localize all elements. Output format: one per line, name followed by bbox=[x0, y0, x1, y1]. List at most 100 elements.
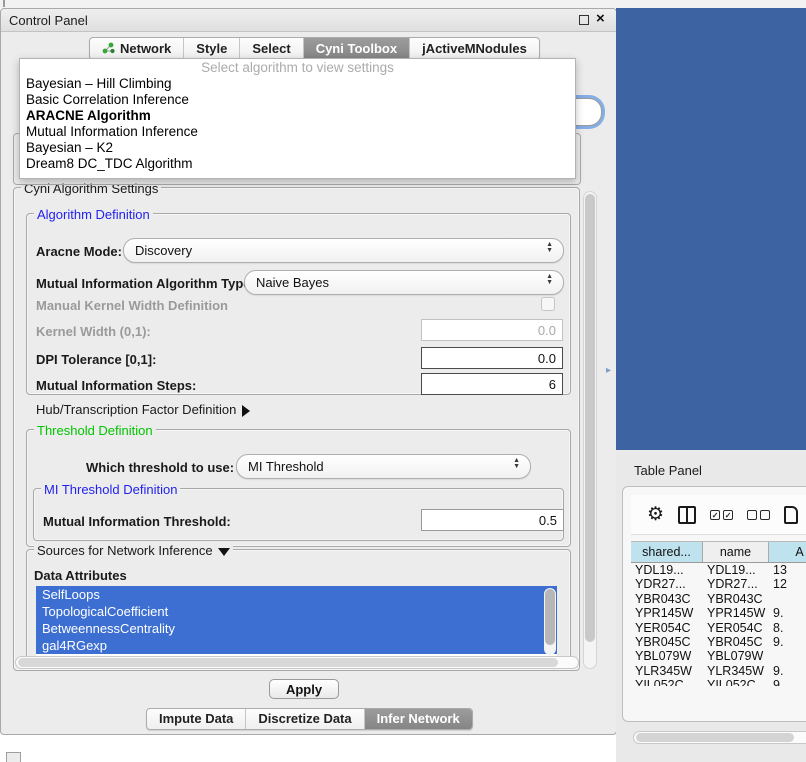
control-panel-window: Control Panel × Network Style Select Cyn… bbox=[0, 8, 617, 735]
tab-impute-data-label: Impute Data bbox=[159, 711, 233, 726]
dropdown-item-selected[interactable]: ARACNE Algorithm bbox=[20, 108, 575, 124]
select-all-icon[interactable]: ✓✓ bbox=[710, 510, 733, 520]
attribute-list-scrollbar[interactable] bbox=[544, 588, 556, 655]
tab-select[interactable]: Select bbox=[239, 38, 302, 59]
tab-discretize-data[interactable]: Discretize Data bbox=[245, 709, 363, 729]
float-window-icon[interactable] bbox=[579, 15, 589, 25]
apply-button[interactable]: Apply bbox=[269, 679, 339, 699]
tab-jactivemnodules-label: jActiveMNodules bbox=[422, 41, 527, 56]
column-header[interactable]: shared... bbox=[631, 542, 703, 562]
table-panel-title: Table Panel bbox=[634, 463, 702, 478]
threshold-title: Threshold Definition bbox=[34, 423, 156, 438]
tab-discretize-data-label: Discretize Data bbox=[258, 711, 351, 726]
dpi-tolerance-label: DPI Tolerance [0,1]: bbox=[36, 352, 156, 367]
stepper-arrows-icon: ▲▼ bbox=[513, 458, 520, 470]
table-row[interactable]: YDL19...YDL19...13 bbox=[631, 563, 806, 577]
manual-kernel-checkbox[interactable] bbox=[541, 297, 555, 311]
column-layout-icon[interactable] bbox=[678, 506, 696, 524]
attribute-item-selected[interactable]: gal4RGexp bbox=[36, 637, 557, 654]
table-cell: 9. bbox=[769, 606, 806, 620]
table-cell: YPR145W bbox=[703, 606, 769, 620]
scrollbar-thumb[interactable] bbox=[545, 589, 555, 645]
tab-style[interactable]: Style bbox=[183, 38, 239, 59]
which-threshold-combo[interactable]: MI Threshold ▲▼ bbox=[236, 454, 531, 479]
mi-type-value: Naive Bayes bbox=[256, 275, 329, 290]
table-cell: 8. bbox=[769, 621, 806, 635]
table-cell: 13 bbox=[769, 563, 806, 577]
table-row[interactable]: YER054CYER054C8. bbox=[631, 621, 806, 635]
table-horizontal-scrollbar[interactable] bbox=[633, 731, 806, 744]
scrollbar-thumb[interactable] bbox=[636, 733, 794, 742]
table-row[interactable]: YLR345WYLR345W9. bbox=[631, 664, 806, 678]
table-toolbar: ⚙ ✓✓ bbox=[631, 495, 806, 535]
dpi-tolerance-field[interactable]: 0.0 bbox=[421, 347, 563, 369]
table-row[interactable]: YIL052CYIL052C9. bbox=[631, 678, 806, 686]
mi-threshold-field[interactable]: 0.5 bbox=[421, 509, 564, 531]
tab-style-label: Style bbox=[196, 41, 227, 56]
mi-threshold-title: MI Threshold Definition bbox=[41, 482, 180, 497]
tab-network[interactable]: Network bbox=[90, 38, 183, 59]
table-cell: YDR27... bbox=[703, 577, 769, 591]
table-row[interactable]: YBR043CYBR043C bbox=[631, 592, 806, 606]
tab-infer-network-label: Infer Network bbox=[377, 711, 460, 726]
manual-kernel-label: Manual Kernel Width Definition bbox=[36, 298, 228, 313]
tab-cyni-toolbox[interactable]: Cyni Toolbox bbox=[303, 38, 409, 59]
settings-vertical-scrollbar[interactable] bbox=[583, 191, 597, 669]
dropdown-item[interactable]: Basic Correlation Inference bbox=[20, 92, 575, 108]
dropdown-item[interactable]: Mutual Information Inference bbox=[20, 124, 575, 140]
table-row[interactable]: YPR145WYPR145W9. bbox=[631, 606, 806, 620]
dropdown-item[interactable]: Bayesian – Hill Climbing bbox=[20, 76, 575, 92]
kernel-width-field[interactable]: 0.0 bbox=[421, 319, 563, 341]
scrollbar-thumb[interactable] bbox=[18, 658, 558, 667]
attribute-item-selected[interactable]: BetweennessCentrality bbox=[36, 620, 557, 637]
dropdown-item[interactable]: Bayesian – K2 bbox=[20, 140, 575, 156]
dropdown-item[interactable]: Dream8 DC_TDC Algorithm bbox=[20, 156, 575, 172]
mi-type-combo[interactable]: Naive Bayes ▲▼ bbox=[244, 270, 564, 295]
attribute-item-selected[interactable]: TopologicalCoefficient bbox=[36, 603, 557, 620]
algorithm-dropdown-popup: Select algorithm to view settings Bayesi… bbox=[19, 58, 576, 179]
tab-cyni-toolbox-label: Cyni Toolbox bbox=[316, 41, 397, 56]
aracne-mode-combo[interactable]: Discovery ▲▼ bbox=[123, 238, 564, 263]
close-icon[interactable]: × bbox=[596, 10, 605, 27]
which-threshold-value: MI Threshold bbox=[248, 459, 324, 474]
tab-jactivemnodules[interactable]: jActiveMNodules bbox=[409, 38, 539, 59]
table-cell: YBR045C bbox=[631, 635, 703, 649]
splitpane-collapse-arrow[interactable]: ▸ bbox=[606, 365, 611, 376]
expanded-arrow-icon bbox=[218, 548, 230, 556]
window-grip-icon[interactable] bbox=[6, 752, 21, 762]
table-header-row: shared... name A bbox=[631, 541, 806, 563]
collapsed-arrow-icon bbox=[242, 405, 250, 417]
mi-type-label: Mutual Information Algorithm Type: bbox=[36, 276, 255, 291]
sources-title[interactable]: Sources for Network Inference bbox=[34, 543, 233, 558]
deselect-all-icon[interactable] bbox=[747, 510, 770, 520]
table-row[interactable]: YBL079WYBL079W bbox=[631, 649, 806, 663]
sources-title-label: Sources for Network Inference bbox=[37, 543, 213, 558]
scrollbar-thumb[interactable] bbox=[585, 194, 595, 642]
hub-section-toggle[interactable]: Hub/Transcription Factor Definition bbox=[36, 402, 250, 417]
tab-select-label: Select bbox=[252, 41, 290, 56]
which-threshold-label: Which threshold to use: bbox=[86, 460, 234, 475]
tab-infer-network[interactable]: Infer Network bbox=[364, 709, 472, 729]
mi-threshold-value: 0.5 bbox=[539, 513, 557, 528]
table-cell: YER054C bbox=[703, 621, 769, 635]
table-cell: YER054C bbox=[631, 621, 703, 635]
control-panel-tabs: Network Style Select Cyni Toolbox jActiv… bbox=[89, 37, 540, 60]
file-icon[interactable] bbox=[784, 506, 798, 524]
tab-impute-data[interactable]: Impute Data bbox=[147, 709, 245, 729]
mi-threshold-label: Mutual Information Threshold: bbox=[43, 514, 231, 529]
table-row[interactable]: YDR27...YDR27...12 bbox=[631, 577, 806, 591]
table-row[interactable]: YBR045CYBR045C9. bbox=[631, 635, 806, 649]
mi-steps-field[interactable]: 6 bbox=[421, 373, 563, 395]
table-cell: YDL19... bbox=[703, 563, 769, 577]
table-cell: YBL079W bbox=[703, 649, 769, 663]
settings-horizontal-scrollbar[interactable] bbox=[15, 656, 579, 669]
gear-icon[interactable]: ⚙ bbox=[647, 505, 664, 524]
aracne-mode-value: Discovery bbox=[135, 243, 192, 258]
column-header[interactable]: name bbox=[703, 542, 769, 562]
column-header[interactable]: A bbox=[769, 542, 806, 562]
table-cell: 12 bbox=[769, 577, 806, 591]
table-cell bbox=[769, 592, 806, 606]
attribute-item-selected[interactable]: SelfLoops bbox=[36, 586, 557, 603]
kernel-width-label: Kernel Width (0,1): bbox=[36, 324, 151, 339]
aracne-mode-label: Aracne Mode: bbox=[36, 244, 122, 259]
